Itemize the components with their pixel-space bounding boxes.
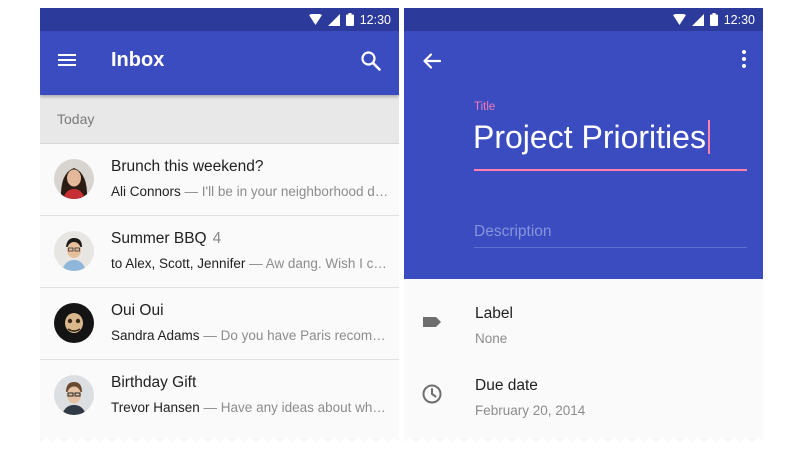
- torn-edge: [40, 438, 399, 448]
- message-sender: Sandra Adams: [111, 328, 200, 343]
- status-bar: 12:30: [40, 8, 399, 31]
- battery-icon: [345, 13, 354, 26]
- message-sender: Ali Connors: [111, 184, 181, 199]
- inbox-screen: 12:30 Inbox Today Brunch this weekend? A…: [40, 8, 399, 448]
- status-time: 12:30: [723, 12, 755, 27]
- section-header: Today: [40, 95, 399, 144]
- description-placeholder: Description: [474, 223, 552, 240]
- message-subject: Brunch this weekend?: [111, 158, 264, 175]
- message-preview: Sandra Adams — Do you have Paris recomme…: [111, 328, 393, 343]
- text-caret: [707, 120, 710, 154]
- label-row-title: Label: [475, 305, 513, 322]
- message-snippet: — Aw dang. Wish I could make it.: [249, 256, 393, 271]
- message-snippet: — I'll be in your neighborhood doing err…: [184, 184, 393, 199]
- more-options-icon[interactable]: [740, 50, 748, 72]
- message-subject: Birthday Gift: [111, 374, 197, 391]
- page-title: Inbox: [111, 49, 165, 71]
- avatar-trevor-hansen: [54, 375, 94, 415]
- message-preview: Trevor Hansen — Have any ideas about wha…: [111, 400, 393, 415]
- message-subject: Oui Oui: [111, 302, 164, 319]
- title-field-label: Title: [474, 101, 496, 113]
- battery-icon: [709, 13, 718, 26]
- title-input-underline: [474, 169, 747, 171]
- editor-header: Title Project Priorities Description: [404, 31, 763, 279]
- section-header-label: Today: [57, 111, 95, 127]
- message-snippet: — Have any ideas about what to get?: [203, 400, 393, 415]
- message-row-birthday-gift[interactable]: Birthday Gift Trevor Hansen — Have any i…: [40, 360, 399, 431]
- message-preview: Ali Connors — I'll be in your neighborho…: [111, 184, 393, 199]
- avatar-summer-bbq: [54, 231, 94, 271]
- message-sender: Trevor Hansen: [111, 400, 200, 415]
- clock-icon: [422, 384, 442, 404]
- message-preview: to Alex, Scott, Jennifer — Aw dang. Wish…: [111, 256, 393, 271]
- app-bar: Inbox: [40, 31, 399, 95]
- menu-button[interactable]: [58, 52, 78, 68]
- search-icon[interactable]: [359, 49, 383, 73]
- message-subject: Summer BBQ: [111, 230, 207, 247]
- wifi-icon: [308, 14, 322, 25]
- label-row[interactable]: Label None: [404, 287, 763, 359]
- task-editor-screen: 12:30 Title Project Priorities Descripti…: [404, 8, 763, 448]
- title-input-value: Project Priorities: [473, 119, 706, 155]
- torn-edge: [404, 438, 763, 448]
- title-input[interactable]: Project Priorities: [473, 119, 710, 156]
- label-row-value: None: [475, 331, 508, 346]
- message-snippet: — Do you have Paris recommendations?: [203, 328, 393, 343]
- message-row-summer-bbq[interactable]: Summer BBQ 4 to Alex, Scott, Jennifer — A…: [40, 216, 399, 288]
- due-date-row-title: Due date: [475, 377, 538, 394]
- message-row-brunch[interactable]: Brunch this weekend? Ali Connors — I'll …: [40, 144, 399, 216]
- status-time: 12:30: [359, 12, 391, 27]
- message-list: Brunch this weekend? Ali Connors — I'll …: [40, 144, 399, 431]
- status-bar: 12:30: [404, 8, 763, 31]
- due-date-row-value: February 20, 2014: [475, 403, 586, 418]
- cell-signal-icon: [691, 13, 704, 26]
- message-recipients: to Alex, Scott, Jennifer: [111, 256, 246, 271]
- avatar-sandra-adams: [54, 303, 94, 343]
- back-arrow-icon[interactable]: [420, 49, 444, 73]
- avatar-ali-connors: [54, 159, 94, 199]
- label-tag-icon: [423, 317, 441, 327]
- message-count: 4: [212, 230, 222, 247]
- due-date-row[interactable]: Due date February 20, 2014: [404, 359, 763, 431]
- cell-signal-icon: [327, 13, 340, 26]
- wifi-icon: [672, 14, 686, 25]
- description-input[interactable]: Description: [474, 215, 747, 248]
- message-row-oui-oui[interactable]: Oui Oui Sandra Adams — Do you have Paris…: [40, 288, 399, 360]
